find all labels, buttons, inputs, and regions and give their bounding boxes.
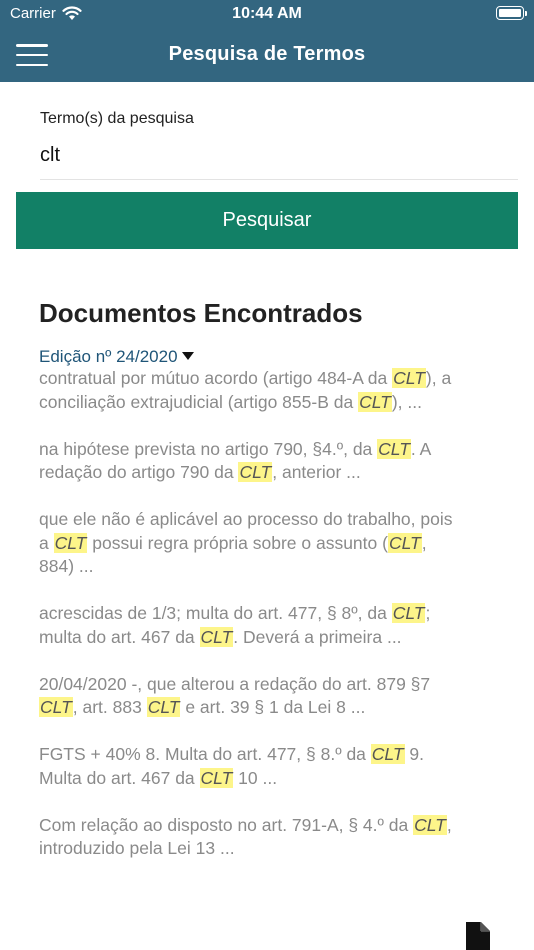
- highlighted-term: CLT: [387, 532, 422, 553]
- highlighted-term: CLT: [358, 391, 392, 412]
- search-button[interactable]: Pesquisar: [16, 192, 518, 249]
- highlighted-term: CLT: [199, 767, 234, 788]
- result-snippet[interactable]: que ele não é aplicável ao processo do t…: [39, 508, 459, 579]
- edition-dropdown[interactable]: Edição nº 24/2020: [39, 347, 459, 367]
- status-bar: Carrier 10:44 AM: [0, 0, 534, 28]
- highlighted-term: CLT: [199, 626, 234, 647]
- result-snippet[interactable]: na hipótese prevista no artigo 790, §4.º…: [39, 438, 459, 485]
- status-time: 10:44 AM: [232, 5, 302, 22]
- status-right: [496, 6, 527, 20]
- result-snippet[interactable]: acrescidas de 1/3; multa do art. 477, § …: [39, 602, 459, 649]
- highlighted-term: CLT: [413, 814, 447, 835]
- search-input[interactable]: [40, 144, 518, 180]
- results-section: Documentos Encontrados Edição nº 24/2020…: [39, 298, 459, 861]
- edition-label: Edição nº 24/2020: [39, 347, 178, 366]
- search-field-label: Termo(s) da pesquisa: [40, 110, 194, 127]
- result-snippet[interactable]: Com relação ao disposto no art. 791-A, §…: [39, 814, 459, 861]
- highlighted-term: CLT: [53, 532, 88, 553]
- result-snippet[interactable]: FGTS + 40% 8. Multa do art. 477, § 8.º d…: [39, 743, 459, 790]
- caret-down-icon: [181, 351, 194, 360]
- nav-bar: Pesquisa de Termos: [0, 28, 534, 82]
- highlighted-term: CLT: [39, 697, 73, 717]
- result-snippet[interactable]: 20/04/2020 -, que alterou a redação do a…: [39, 673, 459, 720]
- highlighted-term: CLT: [391, 603, 426, 623]
- results-title: Documentos Encontrados: [39, 298, 363, 328]
- page-title: Pesquisa de Termos: [168, 43, 366, 65]
- snippet-list: contratual por mútuo acordo (artigo 484-…: [39, 367, 459, 861]
- highlighted-term: CLT: [377, 438, 411, 459]
- highlighted-term: CLT: [370, 744, 405, 764]
- highlighted-term: CLT: [392, 368, 426, 388]
- highlighted-term: CLT: [238, 462, 273, 482]
- document-icon[interactable]: [466, 922, 490, 950]
- battery-icon: [496, 6, 527, 20]
- result-snippet[interactable]: contratual por mútuo acordo (artigo 484-…: [39, 367, 459, 414]
- search-area: Termo(s) da pesquisa: [0, 82, 534, 180]
- highlighted-term: CLT: [146, 697, 181, 717]
